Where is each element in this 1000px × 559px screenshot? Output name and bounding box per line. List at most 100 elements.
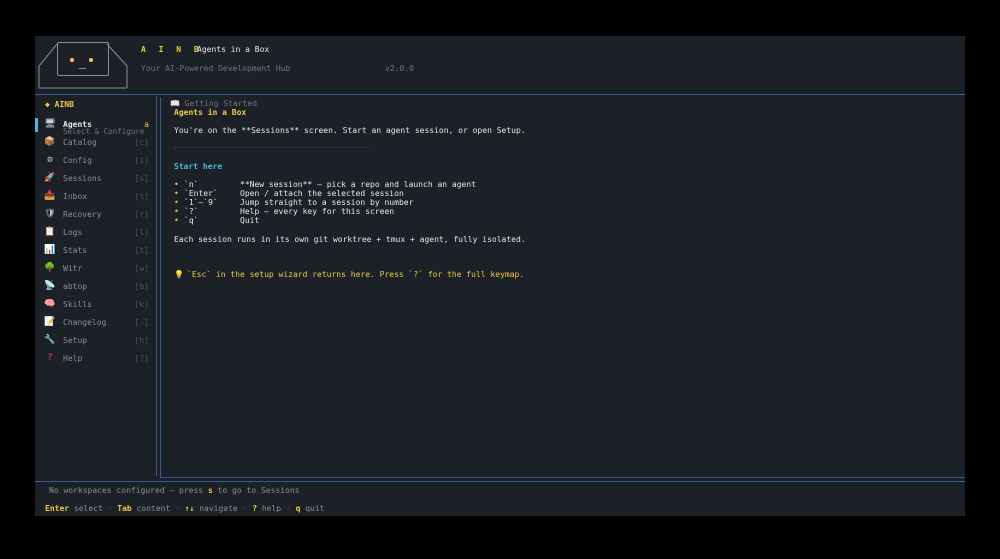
content-rule — [174, 147, 370, 148]
sidebar-item-label: Catalog — [63, 138, 97, 147]
sidebar-item-label: Witr — [63, 264, 83, 273]
hint-label: navigate — [199, 504, 238, 513]
hint-key: Tab — [117, 504, 132, 513]
bullet-icon: • — [174, 216, 179, 225]
key-description: Help — every key for this screen — [240, 207, 395, 216]
sidebar-item-recovery[interactable]: 🛡 Recovery [r] — [35, 208, 156, 224]
hint-label: quit — [305, 504, 325, 513]
brand-subtitle: Agents in a Box — [197, 45, 270, 54]
chart-icon: 📊 — [44, 245, 56, 255]
bullet-icon: • — [174, 207, 179, 216]
sidebar-item-shortcut: [t] — [134, 246, 149, 255]
hint-label: content — [136, 504, 171, 513]
hint-separator: · — [281, 504, 296, 513]
sidebar-item-help[interactable]: ? Help [?] — [35, 352, 156, 368]
brand-name: A I N B — [141, 45, 203, 54]
sidebar-item-label: Stats — [63, 246, 88, 255]
sidebar-item-label: Inbox — [63, 192, 88, 201]
content-panel — [160, 97, 965, 478]
hint-label: help — [261, 504, 282, 513]
sidebar: ◆ AINB 🖥 Agents a Select & Configure 📦 Catalo… — [35, 96, 156, 481]
sidebar-item-changelog[interactable]: 📝 Changelog [-] — [35, 316, 156, 332]
book-icon: 📖 — [170, 99, 185, 108]
key-hints-bar: Enter select · Tab content · ↑↓ navigate… — [45, 504, 324, 513]
key-description: Open / attach the selected session — [240, 189, 404, 198]
key-name: `n` — [184, 180, 199, 189]
app-header: A I N B Agents in a Box Your AI-Powered … — [35, 36, 965, 94]
sidebar-item-shortcut: [w] — [134, 264, 149, 273]
question-icon: ? — [47, 353, 53, 363]
version-label: v2.0.0 — [385, 64, 414, 73]
bullet-icon: • — [174, 198, 179, 207]
sidebar-item-config[interactable]: ⚙ Config [i] — [35, 154, 156, 170]
sidebar-item-label: Changelog — [63, 318, 107, 327]
satellite-icon: 📡 — [44, 281, 56, 291]
sidebar-item-abtop[interactable]: 📡 abtop [b] — [35, 280, 156, 296]
sidebar-item-skills[interactable]: 🧠 Skills [k] — [35, 298, 156, 314]
hint-separator: · — [102, 504, 118, 513]
key-name: `1`–`9` — [184, 198, 218, 207]
sidebar-item-stats[interactable]: 📊 Stats [t] — [35, 244, 156, 260]
sidebar-divider — [156, 96, 157, 476]
sidebar-item-sessions[interactable]: 🚀 Sessions [s] — [35, 172, 156, 188]
sidebar-item-logs[interactable]: 📋 Logs [l] — [35, 226, 156, 242]
sidebar-item-label: Setup — [63, 336, 88, 345]
content-title: Agents in a Box — [174, 108, 247, 117]
wrench-icon: 🔧 — [44, 335, 56, 345]
lightbulb-icon: 💡 — [174, 270, 184, 279]
content-tab-label: Getting Started — [184, 99, 258, 108]
clipboard-icon: 📋 — [44, 227, 56, 237]
brain-icon: 🧠 — [44, 299, 56, 309]
sidebar-item-shortcut: [i] — [134, 192, 149, 201]
sidebar-item-label: Logs — [63, 228, 83, 237]
hint-label: select — [73, 504, 103, 513]
hint-separator: · — [237, 504, 253, 513]
memo-icon: 📝 — [44, 317, 56, 327]
sidebar-item-shortcut: [b] — [134, 282, 149, 291]
sidebar-item-label: abtop — [63, 282, 88, 291]
sidebar-item-label: Recovery — [63, 210, 102, 219]
package-icon: 📦 — [44, 137, 56, 147]
hint-key: Enter — [45, 504, 70, 513]
sidebar-item-label: Skills — [63, 300, 92, 309]
hint-key: ↑↓ — [184, 504, 195, 513]
bullet-icon: • — [174, 189, 179, 198]
sidebar-item-inbox[interactable]: 📥 Inbox [i] — [35, 190, 156, 206]
bullet-icon: • — [174, 180, 179, 189]
robot-eye-right — [89, 58, 93, 62]
sidebar-item-shortcut: [k] — [134, 300, 149, 309]
key-description: Jump straight to a session by number — [240, 198, 414, 207]
sidebar-item-shortcut: [i] — [134, 156, 149, 165]
sidebar-item-shortcut: [-] — [134, 318, 149, 327]
status-pre: No workspaces configured — press — [49, 486, 208, 495]
robot-face — [57, 42, 109, 76]
content-intro: You're on the **Sessions** screen. Start… — [174, 126, 526, 135]
sidebar-item-shortcut: [h] — [134, 336, 149, 345]
robot-mouth — [79, 68, 86, 69]
sidebar-item-shortcut: [l] — [134, 228, 149, 237]
sidebar-item-hint: Select & Configure — [63, 127, 145, 136]
content-tab[interactable]: 📖 Getting Started — [170, 99, 257, 108]
sidebar-item-shortcut: [r] — [134, 210, 149, 219]
sidebar-item-label: Sessions — [63, 174, 102, 183]
monitor-icon: 🖥 — [44, 119, 56, 129]
sidebar-item-witr[interactable]: 🌳 Witr [w] — [35, 262, 156, 278]
sidebar-item-shortcut: [s] — [134, 174, 149, 183]
footer-divider — [35, 481, 965, 482]
status-bar: No workspaces configured — press s to go… — [49, 486, 299, 495]
active-indicator — [35, 118, 38, 132]
robot-eye-left — [70, 58, 74, 62]
sidebar-item-shortcut: [c] — [134, 138, 149, 147]
sidebar-title: ◆ AINB — [45, 100, 74, 109]
content-tip: `Esc` in the setup wizard returns here. … — [187, 270, 525, 279]
terminal-window: A I N B Agents in a Box Your AI-Powered … — [35, 36, 965, 516]
status-post: to go to Sessions — [212, 486, 300, 495]
rocket-icon: 🚀 — [44, 173, 56, 183]
header-divider — [35, 94, 965, 95]
key-name: `?` — [184, 207, 199, 216]
sidebar-item-catalog[interactable]: 📦 Catalog [c] — [35, 136, 156, 152]
inbox-icon: 📥 — [44, 191, 56, 201]
key-description: **New session** — pick a repo and launch… — [240, 180, 477, 189]
key-name: `q` — [184, 216, 199, 225]
sidebar-item-setup[interactable]: 🔧 Setup [h] — [35, 334, 156, 350]
